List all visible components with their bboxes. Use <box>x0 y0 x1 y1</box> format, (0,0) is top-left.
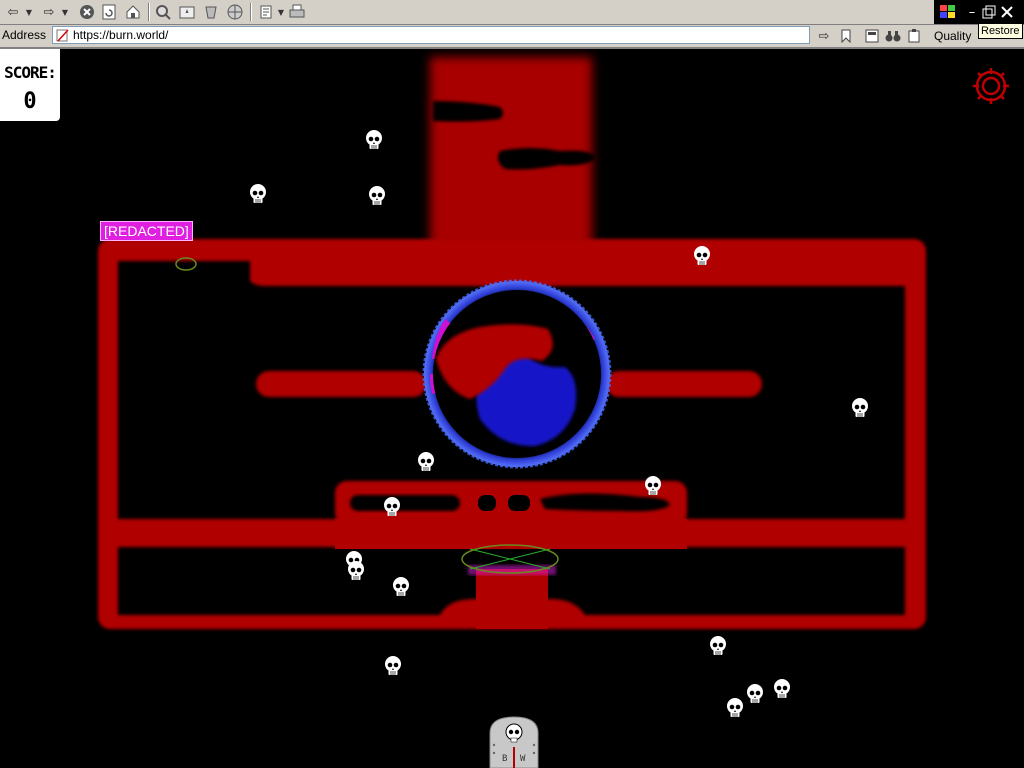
score-panel: SCORE: 0 <box>0 49 60 121</box>
search-icon[interactable] <box>154 3 172 21</box>
binoculars-icon[interactable] <box>884 27 902 45</box>
skull-icon <box>710 636 726 655</box>
refresh-icon[interactable] <box>100 3 118 21</box>
central-orb <box>422 279 612 469</box>
toolbar-divider <box>148 3 150 21</box>
skull-icon <box>747 684 763 703</box>
browser-toolbar: ⇦ ▼ ⇨ ▼ ▼ – <box>0 0 1024 25</box>
windows-logo-icon <box>938 3 958 21</box>
favorites-icon[interactable] <box>178 3 196 21</box>
clipboard-icon[interactable] <box>906 27 922 45</box>
edit-icon[interactable] <box>258 3 276 21</box>
history-icon[interactable] <box>202 3 220 21</box>
forward-arrow-icon[interactable]: ⇨ <box>40 3 58 21</box>
forward-dropdown-icon[interactable]: ▼ <box>60 3 70 21</box>
skull-icon <box>385 656 401 675</box>
player-character[interactable]: B W <box>489 716 539 768</box>
top-shaft <box>430 57 596 247</box>
player-letter-b: B <box>502 754 507 764</box>
skull-icon <box>250 184 266 203</box>
skull-icon <box>774 679 790 698</box>
quality-label[interactable]: Quality <box>934 29 971 43</box>
skull-icon <box>366 130 382 149</box>
page-tools-icon[interactable] <box>864 27 880 45</box>
minimize-icon[interactable]: – <box>966 3 978 21</box>
restore-tooltip: Restore <box>978 23 1023 39</box>
level-map: B W <box>98 57 926 768</box>
channels-icon[interactable] <box>226 3 244 21</box>
close-icon[interactable] <box>1000 3 1014 21</box>
home-icon[interactable] <box>124 3 142 21</box>
address-label: Address <box>2 28 47 42</box>
bookmark-icon[interactable] <box>838 27 854 45</box>
stop-icon[interactable] <box>78 3 96 21</box>
score-label: SCORE: <box>4 63 57 82</box>
player-letter-w: W <box>520 754 526 764</box>
game-canvas[interactable]: B W SCORE: 0 [REDACTED] <box>0 49 1024 768</box>
edit-dropdown-icon[interactable]: ▼ <box>276 3 286 21</box>
player-name-tag: [REDACTED] <box>100 221 193 241</box>
skull-icon <box>727 698 743 717</box>
skull-icon <box>369 186 385 205</box>
address-field[interactable]: https://burn.world/ <box>52 26 810 44</box>
page-icon <box>56 29 69 42</box>
back-dropdown-icon[interactable]: ▼ <box>24 3 34 21</box>
address-bar: Address https://burn.world/ ⇨ Quality <box>0 25 1024 49</box>
address-url: https://burn.world/ <box>73 28 169 42</box>
toolbar-divider <box>250 3 252 21</box>
print-icon[interactable] <box>288 3 306 21</box>
go-arrow-icon[interactable]: ⇨ <box>815 27 833 45</box>
gear-icon[interactable] <box>970 65 1012 107</box>
score-value: 0 <box>23 89 37 114</box>
back-arrow-icon[interactable]: ⇦ <box>4 3 22 21</box>
restore-icon[interactable] <box>982 3 996 21</box>
window-controls: – <box>934 0 1024 24</box>
